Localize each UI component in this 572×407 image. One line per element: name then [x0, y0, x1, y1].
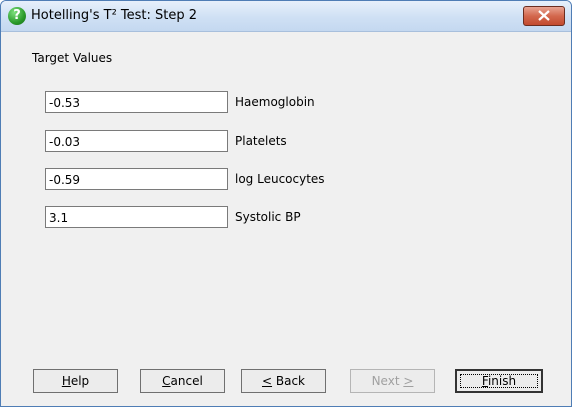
- target-value-input-haemoglobin[interactable]: [45, 91, 228, 113]
- target-values-label: Target Values: [32, 51, 113, 65]
- cancel-button[interactable]: Cancel: [140, 369, 225, 393]
- help-button[interactable]: Help: [33, 369, 118, 393]
- variable-label-platelets: Platelets: [235, 134, 287, 148]
- next-button[interactable]: Next >: [350, 369, 435, 393]
- finish-button[interactable]: Finish: [455, 369, 543, 393]
- variable-label-log-leucocytes: log Leucocytes: [235, 172, 325, 186]
- target-value-input-log-leucocytes[interactable]: [45, 168, 228, 190]
- variable-label-haemoglobin: Haemoglobin: [235, 95, 315, 109]
- variable-label-systolic-bp: Systolic BP: [235, 210, 301, 224]
- target-value-input-systolic-bp[interactable]: [45, 206, 228, 228]
- help-question-icon: ?: [8, 7, 26, 25]
- back-button[interactable]: < Back: [241, 369, 326, 393]
- focus-rectangle: [460, 374, 538, 388]
- window-title: Hotelling's T² Test: Step 2: [31, 8, 198, 23]
- target-value-input-platelets[interactable]: [45, 130, 228, 152]
- close-button[interactable]: [523, 6, 565, 26]
- close-icon: [538, 10, 550, 21]
- title-bar[interactable]: ? Hotelling's T² Test: Step 2: [1, 1, 571, 32]
